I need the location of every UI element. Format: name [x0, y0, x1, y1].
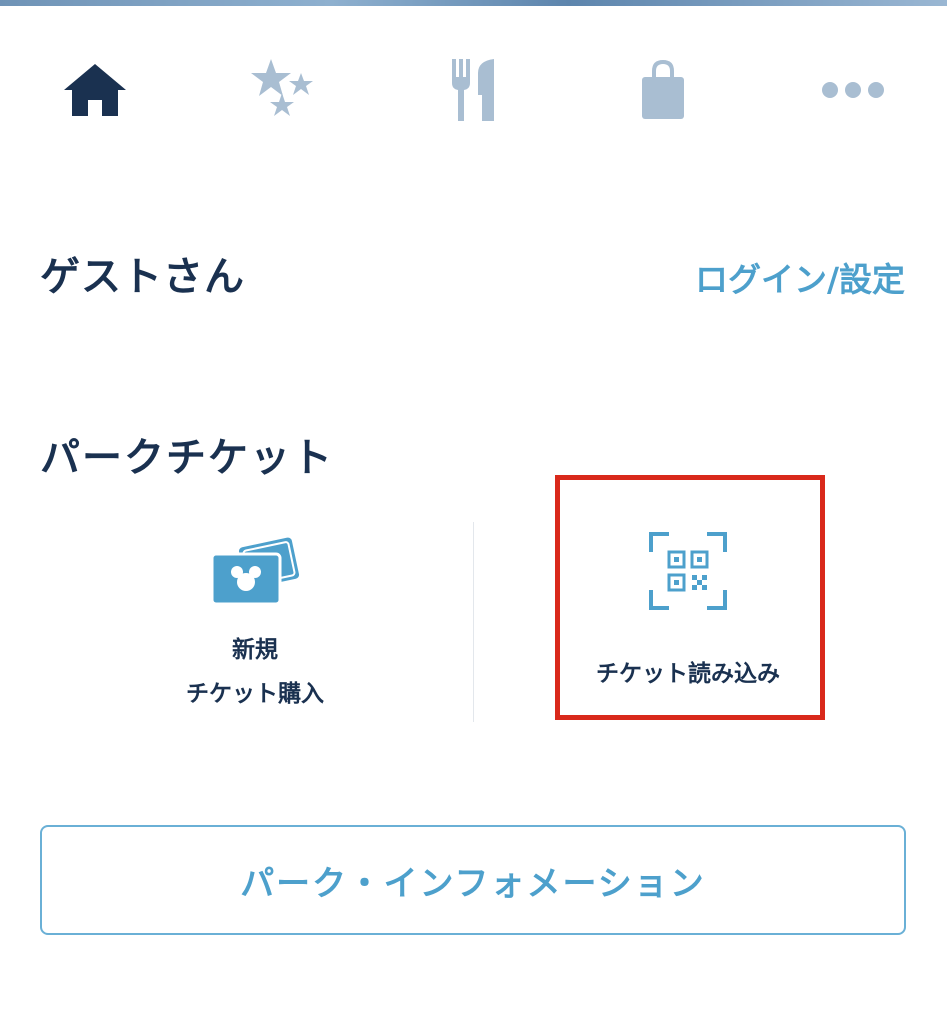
fork-knife-icon — [452, 59, 494, 121]
top-nav — [0, 40, 947, 140]
nav-shopping[interactable] — [613, 50, 713, 130]
nav-home[interactable] — [45, 50, 145, 130]
header-image-strip — [0, 0, 947, 6]
qr-scan-icon — [649, 532, 727, 610]
ticket-divider — [473, 522, 474, 722]
park-ticket-title: パークチケット — [40, 435, 334, 481]
park-information-button[interactable]: パーク・インフォメーション — [40, 825, 906, 935]
ticket-cards-icon — [210, 537, 300, 606]
buy-ticket-line2: チケット購入 — [186, 681, 324, 707]
read-ticket-button[interactable]: チケット読み込み — [560, 520, 816, 720]
guest-name: ゲストさん — [40, 254, 245, 300]
buy-ticket-line1: 新規 — [232, 637, 278, 663]
shopping-bag-icon — [642, 59, 684, 119]
nav-attractions[interactable] — [233, 50, 333, 130]
home-icon — [64, 64, 126, 116]
app-screen: ゲストさん ログイン/設定 パークチケット 新規 チケット購入 チケット読み込み… — [0, 0, 947, 1024]
nav-more[interactable] — [803, 50, 903, 130]
stars-icon — [251, 59, 313, 116]
login-settings-link[interactable]: ログイン/設定 — [695, 253, 905, 301]
buy-ticket-button[interactable]: 新規 チケット購入 — [120, 520, 390, 720]
read-ticket-label: チケット読み込み — [596, 661, 780, 687]
more-dots-icon — [822, 82, 884, 98]
nav-restaurants[interactable] — [423, 50, 523, 130]
